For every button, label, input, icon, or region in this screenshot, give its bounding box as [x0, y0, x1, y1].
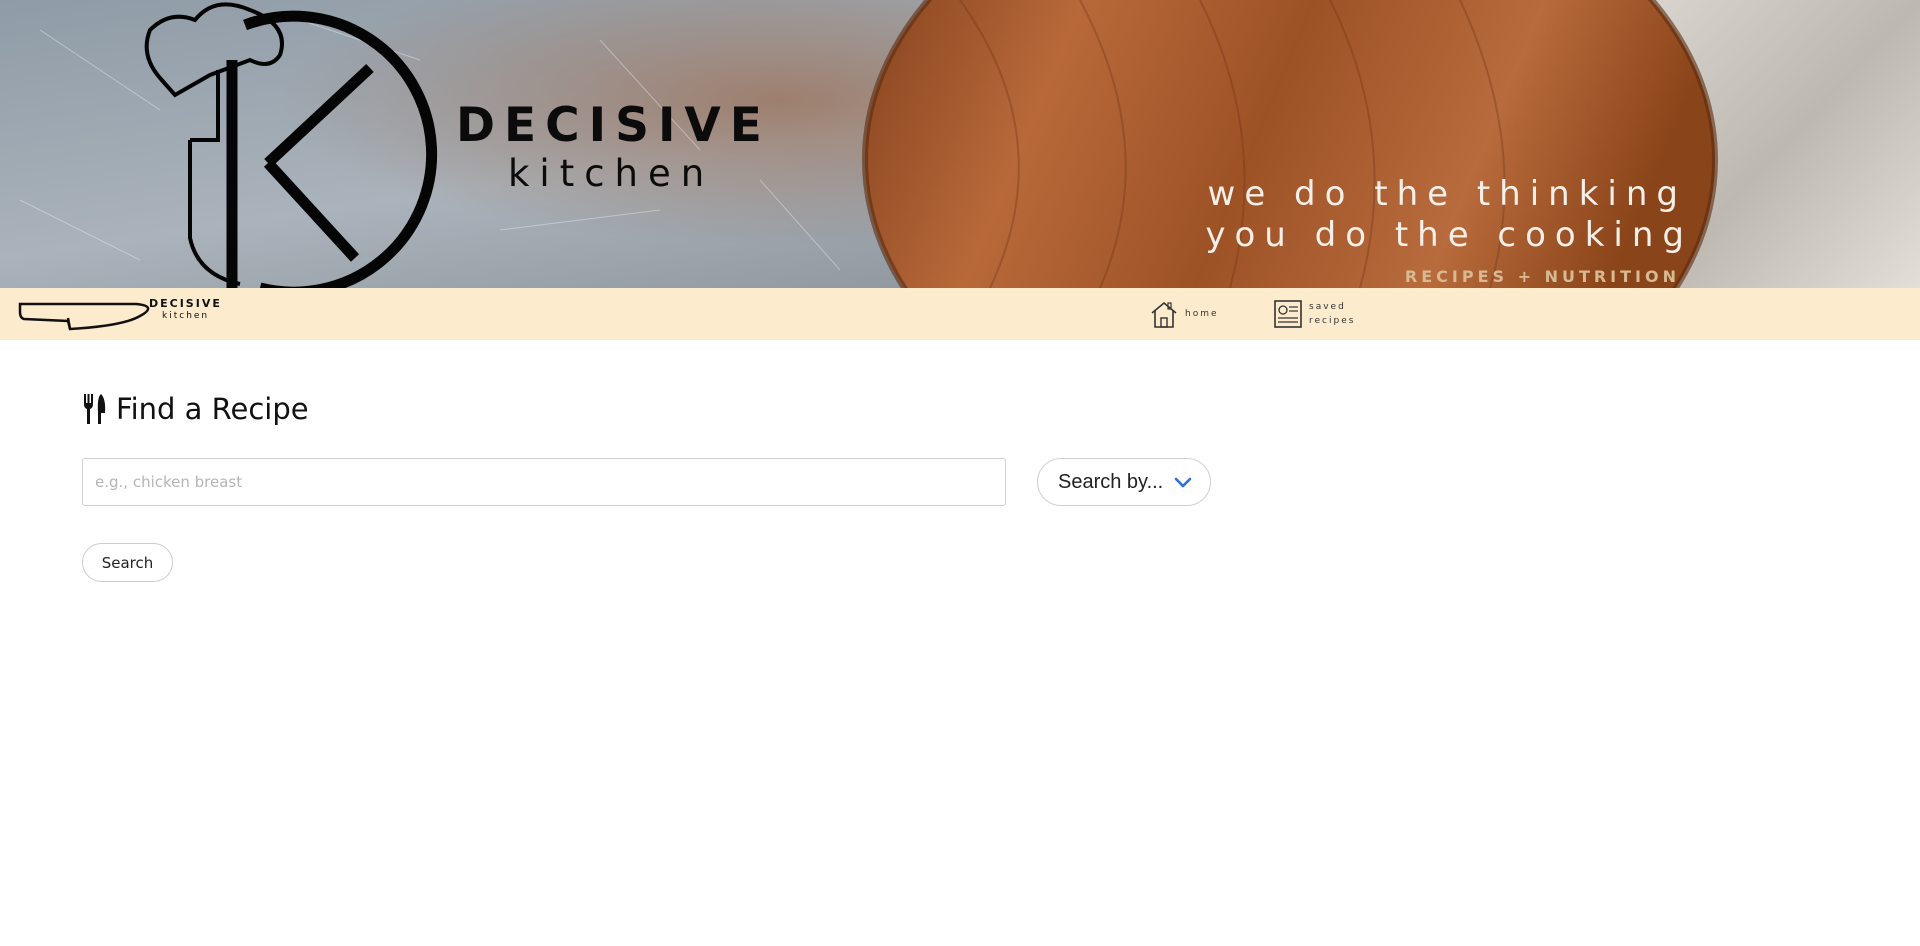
hero-brand-sub: kitchen — [508, 152, 715, 195]
nav-saved-recipes-label: saved recipes — [1309, 302, 1356, 326]
page-title: Find a Recipe — [116, 392, 309, 426]
chevron-down-icon — [1174, 477, 1192, 488]
nav-logo-name: DECISIVE — [149, 297, 222, 310]
utensils-icon — [84, 394, 106, 424]
recipe-card-icon — [1274, 300, 1302, 328]
nav-home-label: home — [1185, 309, 1219, 319]
hero-banner: DECISIVE kitchen we do the thinking you … — [0, 0, 1920, 288]
navbar: DECISIVE kitchen home saved recipes — [0, 288, 1920, 340]
search-input[interactable] — [82, 458, 1006, 506]
hero-tagline-1: we do the thinking — [1207, 174, 1687, 214]
nav-home-link[interactable]: home — [1149, 297, 1219, 331]
nav-saved-recipes-link[interactable]: saved recipes — [1273, 297, 1353, 331]
hero-brand-name: DECISIVE — [456, 98, 771, 153]
hero-tagline-2: you do the cooking — [1205, 215, 1693, 255]
search-by-label: Search by... — [1058, 470, 1164, 493]
house-icon — [1151, 301, 1177, 328]
search-button[interactable]: Search — [82, 543, 173, 582]
search-by-select[interactable]: Search by... — [1037, 458, 1211, 506]
nav-logo-sub: kitchen — [162, 311, 210, 321]
page-title-row: Find a Recipe — [82, 392, 309, 426]
hero-tagline-3: RECIPES + NUTRITION — [1404, 267, 1680, 286]
